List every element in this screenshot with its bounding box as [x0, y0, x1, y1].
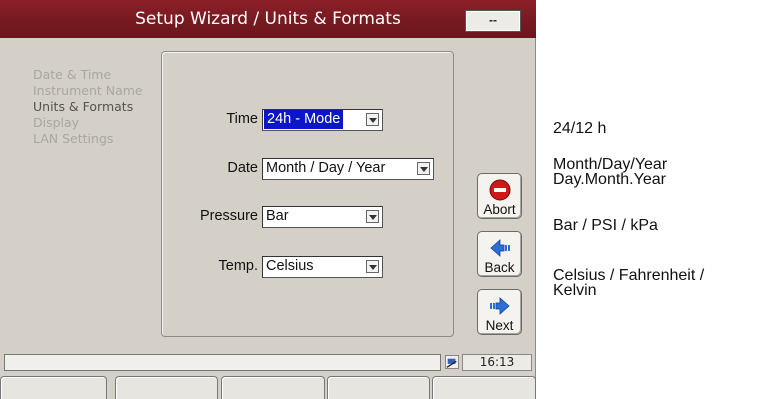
title-menu-button[interactable]: -- — [465, 10, 521, 32]
title-bar: Setup Wizard / Units & Formats -- — [0, 0, 536, 38]
next-button[interactable]: Next — [477, 289, 522, 335]
softkey-1[interactable] — [0, 376, 107, 399]
time-label: Time — [226, 111, 258, 127]
wizard-step-list: Date & Time Instrument Name Units & Form… — [33, 67, 143, 147]
status-message — [4, 354, 441, 371]
pressure-label: Pressure — [199, 208, 258, 224]
stop-icon — [489, 179, 510, 201]
wizard-step-display: Display — [33, 115, 80, 130]
annotation-line: Month/Day/Year — [553, 156, 668, 173]
chevron-down-icon — [366, 113, 379, 126]
pressure-unit-select[interactable]: Bar — [262, 206, 383, 228]
time-format-select[interactable]: 24h - Mode — [262, 109, 383, 131]
softkey-2[interactable] — [115, 376, 218, 399]
annotation-pressure-options: Bar / PSI / kPa — [553, 217, 658, 234]
arrow-right-icon — [489, 297, 510, 315]
softkey-5[interactable] — [432, 376, 536, 399]
temp-unit-value: Celsius — [266, 258, 314, 274]
window-title: Setup Wizard / Units & Formats — [135, 9, 401, 29]
network-icon — [445, 355, 459, 369]
annotation-line: Day.Month.Year — [553, 171, 666, 188]
date-format-value: Month / Day / Year — [266, 160, 386, 176]
softkey-3[interactable] — [221, 376, 325, 399]
chevron-down-icon — [366, 210, 379, 223]
back-button[interactable]: Back — [477, 231, 522, 277]
annotation-line: Bar / PSI / kPa — [553, 217, 658, 234]
softkey-bar — [0, 376, 536, 399]
wizard-step-units-formats: Units & Formats — [33, 99, 134, 114]
wizard-step-date-time: Date & Time — [33, 67, 112, 82]
settings-panel — [161, 51, 454, 337]
softkey-4[interactable] — [327, 376, 430, 399]
chevron-down-icon — [417, 162, 430, 175]
chevron-down-icon — [366, 260, 379, 273]
annotation-line: Celsius / Fahrenheit / — [553, 267, 705, 284]
pressure-unit-value: Bar — [266, 208, 289, 224]
annotation-line: 24/12 h — [553, 120, 607, 137]
wizard-step-lan-settings: LAN Settings — [33, 131, 114, 146]
temp-label: Temp. — [218, 258, 259, 274]
annotation-time-options: 24/12 h — [553, 120, 607, 137]
time-format-value: 24h - Mode — [264, 110, 344, 129]
date-format-select[interactable]: Month / Day / Year — [262, 158, 434, 180]
status-clock: 16:13 — [462, 354, 532, 371]
annotation-temp-options: Celsius / Fahrenheit / Kelvin — [553, 267, 705, 299]
wizard-step-instrument-name: Instrument Name — [33, 83, 143, 98]
annotation-line: Kelvin — [553, 282, 597, 299]
arrow-left-icon — [489, 239, 510, 257]
date-label: Date — [227, 160, 258, 176]
next-label: Next — [485, 318, 514, 333]
abort-label: Abort — [483, 202, 516, 217]
back-label: Back — [484, 260, 515, 275]
status-bar: 16:13 — [1, 354, 535, 373]
temp-unit-select[interactable]: Celsius — [262, 256, 383, 278]
abort-button[interactable]: Abort — [477, 173, 522, 219]
annotation-date-options: Month/Day/Year Day.Month.Year — [553, 156, 668, 188]
instrument-screen: Setup Wizard / Units & Formats -- Date &… — [0, 0, 536, 399]
